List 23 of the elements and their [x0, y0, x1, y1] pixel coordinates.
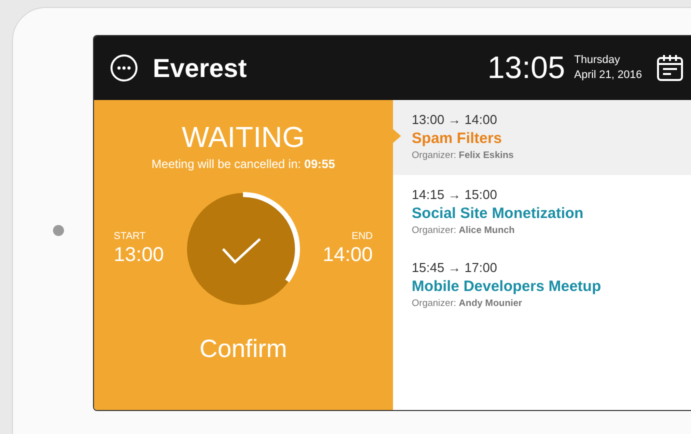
room-name: Everest	[152, 52, 247, 84]
start-label: START	[114, 231, 147, 242]
meeting-title: Mobile Developers Meetup	[412, 278, 602, 295]
meeting-item[interactable]: 13:00 → 14:00 Spam Filters Organizer: Felix Eskins	[392, 100, 691, 175]
status-title: WAITING	[182, 122, 305, 154]
end-time: 14:00	[322, 244, 373, 267]
organizer-text: Organizer: Alice Munch	[412, 225, 516, 236]
date: April 21, 2016	[574, 68, 642, 83]
organizer-text: Organizer: Felix Eskins	[412, 150, 515, 161]
clock-time: 13:05	[488, 50, 566, 86]
meeting-title: Social Site Monetization	[412, 205, 584, 222]
camera-dot	[53, 224, 64, 236]
weekday: Thursday	[574, 53, 621, 68]
meeting-time: 13:00 → 14:00	[412, 112, 498, 127]
meeting-time: 15:45 → 17:00	[412, 260, 498, 275]
meeting-title: Spam Filters	[412, 130, 503, 147]
countdown-text: Meeting will be cancelled in: 09:55	[152, 157, 335, 171]
meeting-time: 14:15 → 15:00	[412, 187, 498, 202]
menu-icon[interactable]	[110, 54, 138, 82]
end-label: END	[352, 231, 373, 242]
organizer-text: Organizer: Andy Mounier	[412, 298, 524, 309]
calendar-icon[interactable]	[656, 54, 684, 82]
start-time: 13:00	[114, 244, 164, 267]
